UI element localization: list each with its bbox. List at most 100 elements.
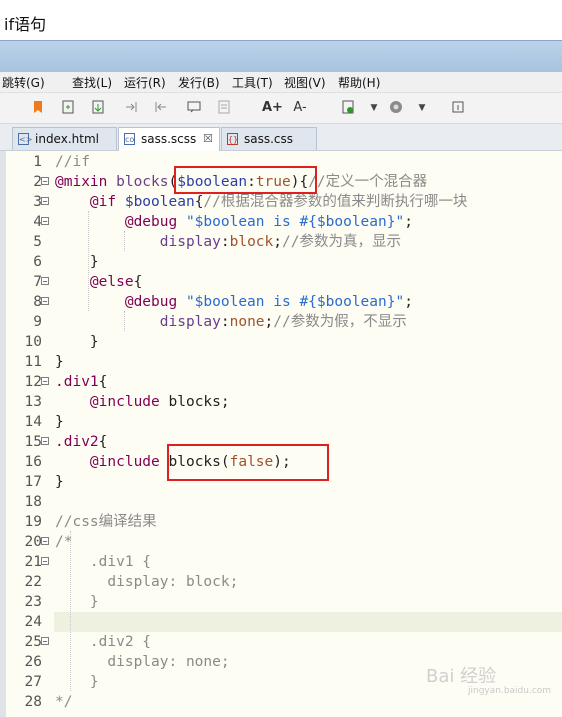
menu-run[interactable]: 运行(R)	[124, 74, 166, 91]
export-icon[interactable]	[90, 100, 106, 116]
outdent-icon[interactable]	[152, 100, 168, 116]
line-number: 22	[24, 574, 42, 590]
line-number: 4	[33, 214, 42, 230]
code-line[interactable]: 22 display: block;	[0, 572, 562, 592]
code-line[interactable]: 23 }	[0, 592, 562, 612]
code-token: "$boolean is #{$boolean}"	[185, 214, 405, 230]
fold-toggle-icon[interactable]: −	[41, 557, 49, 566]
code-text: */	[55, 692, 72, 712]
line-number: 13	[24, 394, 42, 410]
fold-toggle-icon[interactable]: −	[41, 177, 49, 186]
code-line[interactable]: 21− .div1 {	[0, 552, 562, 572]
line-number: 19	[24, 514, 42, 530]
code-line[interactable]: 14}	[0, 412, 562, 432]
line-number: 28	[24, 694, 42, 710]
menu-tools[interactable]: 工具(T)	[232, 74, 273, 91]
code-token: //css编译结果	[55, 514, 157, 530]
code-line[interactable]: 5 display:block;//参数为真，显示	[0, 232, 562, 252]
code-token: .div2 {	[55, 634, 152, 650]
code-token: $boolean	[124, 194, 195, 210]
line-number: 15	[24, 434, 42, 450]
window-titlebar: if语句	[0, 0, 562, 40]
code-line[interactable]: 6 }	[0, 252, 562, 272]
code-text: display:none;//参数为假，不显示	[55, 312, 407, 332]
code-token: @mixin	[55, 174, 117, 190]
line-number: 8	[33, 294, 42, 310]
format-icon[interactable]	[216, 100, 232, 116]
code-line[interactable]: 25− .div2 {	[0, 632, 562, 652]
browser-icon[interactable]	[388, 100, 404, 116]
code-token: }	[55, 674, 99, 690]
line-number: 7	[33, 274, 42, 290]
code-token: }	[55, 594, 99, 610]
code-line[interactable]: 13 @include blocks;	[0, 392, 562, 412]
code-token: @debug	[124, 294, 186, 310]
code-token: ;	[404, 214, 413, 230]
code-editor[interactable]: 1//if 2− @mixin blocks($boolean:true){//定义…	[0, 151, 562, 717]
code-text: }	[55, 472, 64, 492]
code-token: }	[55, 334, 99, 350]
tab-index-html[interactable]: <> index.html	[12, 127, 117, 150]
tab-sass-css[interactable]: {} sass.css	[221, 127, 317, 150]
menu-find[interactable]: 查找(L)	[72, 74, 112, 91]
run-icon[interactable]	[340, 100, 356, 116]
line-number: 23	[24, 594, 42, 610]
code-line[interactable]: 4− @debug "$boolean is #{$boolean}";	[0, 212, 562, 232]
line-number: 3	[33, 194, 42, 210]
tab-sass-scss[interactable]: co sass.scss ☒	[118, 127, 220, 151]
line-number: 21	[24, 554, 42, 570]
code-line[interactable]: 9 display:none;//参数为假，不显示	[0, 312, 562, 332]
dropdown-icon[interactable]: ▼	[414, 100, 430, 116]
info-icon[interactable]	[450, 100, 466, 116]
new-file-icon[interactable]	[60, 100, 76, 116]
line-number: 9	[33, 314, 42, 330]
fold-toggle-icon[interactable]: −	[41, 377, 49, 386]
code-line[interactable]: 10 }	[0, 332, 562, 352]
fold-toggle-icon[interactable]: −	[41, 197, 49, 206]
code-text: .div2{	[55, 432, 107, 452]
code-line[interactable]: 24	[0, 612, 562, 632]
code-line[interactable]: 8− @debug "$boolean is #{$boolean}";	[0, 292, 562, 312]
menu-goto[interactable]: 跳转(G)	[2, 74, 45, 91]
highlight-box-include-false	[167, 444, 329, 481]
line-number: 18	[24, 494, 42, 510]
font-decrease-icon[interactable]: A-	[292, 100, 308, 116]
code-token: @include	[89, 454, 169, 470]
menu-view[interactable]: 视图(V)	[284, 74, 326, 91]
menu-help[interactable]: 帮助(H)	[338, 74, 380, 91]
code-token: //参数为真，显示	[282, 234, 401, 250]
code-line[interactable]: 20−/*	[0, 532, 562, 552]
fold-toggle-icon[interactable]: −	[41, 277, 49, 286]
code-token: blocks;	[168, 394, 230, 410]
fold-toggle-icon[interactable]: −	[41, 297, 49, 306]
code-line[interactable]: 3− @if $boolean{//根据混合器参数的值来判断执行哪一块	[0, 192, 562, 212]
code-line[interactable]: 12− .div1{	[0, 372, 562, 392]
code-text: .div1{	[55, 372, 107, 392]
dropdown-icon[interactable]: ▼	[366, 100, 382, 116]
fold-toggle-icon[interactable]: −	[41, 437, 49, 446]
tab-bar: <> index.html co sass.scss ☒ {} sass.css	[0, 124, 562, 151]
fold-toggle-icon[interactable]: −	[41, 637, 49, 646]
comment-icon[interactable]	[186, 100, 202, 116]
font-increase-icon[interactable]: A+	[262, 100, 283, 116]
code-line[interactable]: 19 //css编译结果	[0, 512, 562, 532]
code-text: @include blocks;	[55, 392, 230, 412]
indent-icon[interactable]	[124, 100, 140, 116]
code-token: */	[55, 694, 73, 710]
menu-publish[interactable]: 发行(B)	[178, 74, 220, 91]
fold-toggle-icon[interactable]: −	[41, 217, 49, 226]
code-token: display	[159, 314, 221, 330]
close-tab-icon[interactable]: ☒	[203, 128, 213, 150]
fold-toggle-icon[interactable]: −	[41, 537, 49, 546]
code-text: }	[55, 252, 99, 272]
code-line[interactable]: 11}	[0, 352, 562, 372]
line-number: 2	[33, 174, 42, 190]
bookmark-icon[interactable]	[30, 100, 46, 116]
code-line[interactable]: 7− @else{	[0, 272, 562, 292]
code-line[interactable]: 18	[0, 492, 562, 512]
